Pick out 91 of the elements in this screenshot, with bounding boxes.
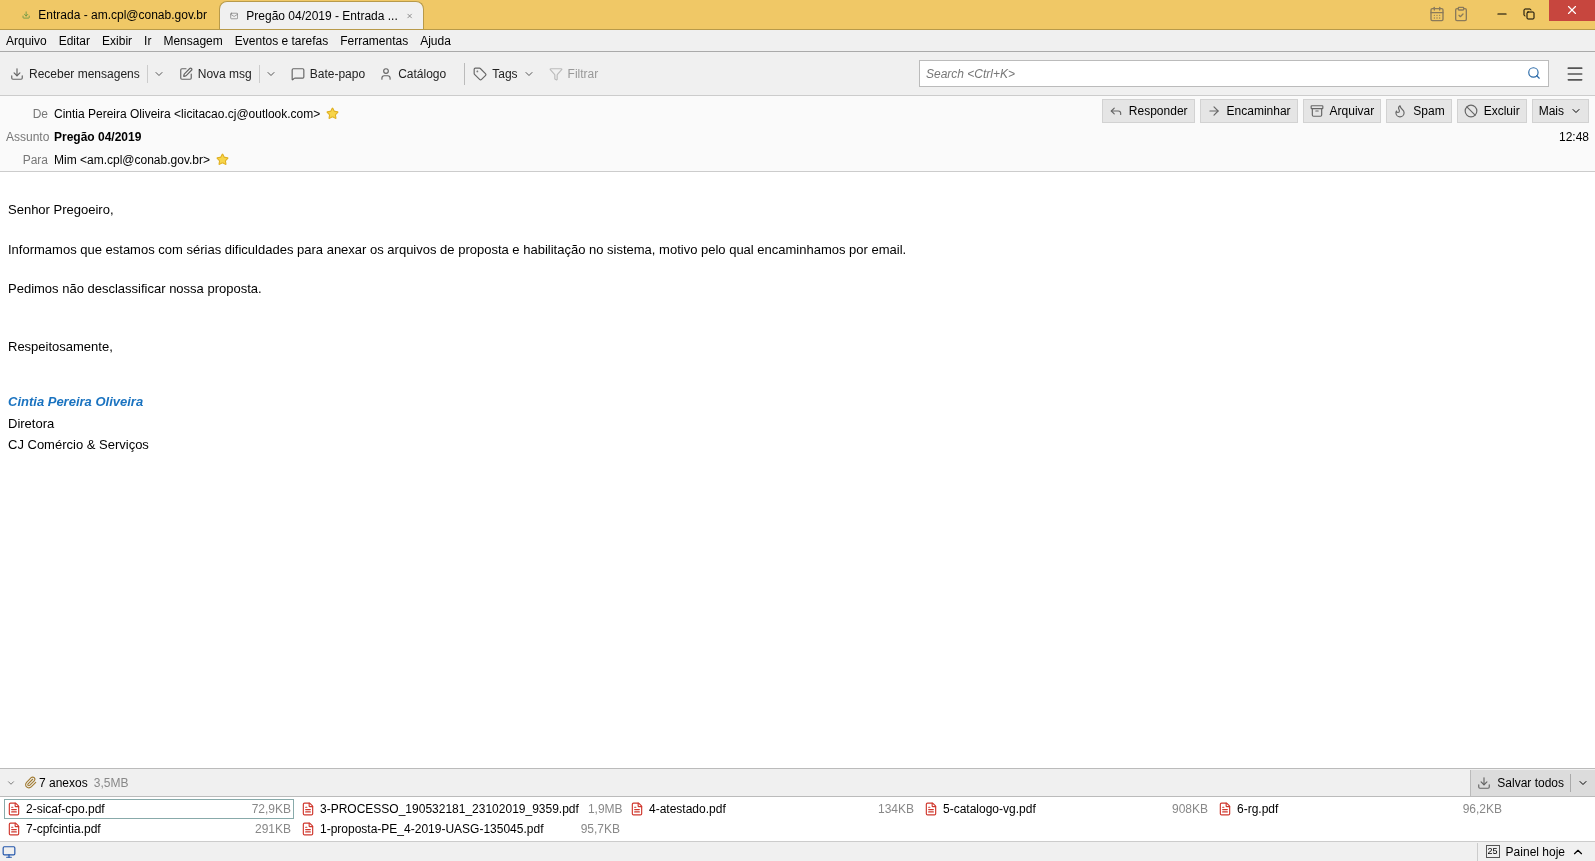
action-button[interactable]: Arquivar — [1302, 99, 1382, 123]
restore-icon[interactable] — [1523, 8, 1535, 20]
attachment-name: 4-atestado.pdf — [649, 801, 726, 818]
body-paragraph: Pedimos não desclassificar nossa proposta. — [8, 280, 263, 298]
calendar-day-icon: 25 — [1485, 845, 1500, 858]
pdf-file-icon — [7, 802, 21, 816]
attachment-size: 3,5MB — [93, 774, 129, 792]
field-value: Mim <am.cpl@conab.gov.br> — [54, 151, 211, 169]
attachment-item[interactable]: 4-atestado.pdf 134KB — [627, 799, 917, 819]
message-time: 12:48 — [1558, 129, 1589, 146]
pdf-file-icon — [7, 822, 21, 836]
menu-item[interactable]: Arquivo — [6, 31, 47, 50]
body-paragraph: Senhor Pregoeiro, — [8, 201, 115, 219]
pdf-file-icon — [630, 802, 644, 816]
attachment-file-size: 908KB — [1170, 801, 1208, 818]
attachment-item[interactable]: 3-PROCESSO_190532181_23102019_9359.pdf 1,9MB — [298, 799, 623, 819]
action-button[interactable]: Spam — [1386, 99, 1452, 123]
attachment-file-size: 1,9MB — [586, 801, 623, 818]
search-icon — [1527, 66, 1541, 80]
field-label: Assunto — [6, 128, 48, 146]
field-value: Pregão 04/2019 — [54, 128, 142, 146]
attachment-file-size: 291KB — [253, 821, 291, 838]
tab[interactable]: Pregão 04/2019 - Entrada ... — [219, 1, 424, 29]
network-icon[interactable] — [2, 844, 16, 859]
close-button[interactable] — [1549, 0, 1595, 21]
menu-item[interactable]: Editar — [58, 31, 91, 50]
attachment-name: 3-PROCESSO_190532181_23102019_9359.pdf — [320, 801, 579, 818]
menu-item[interactable]: Eventos e tarefas — [234, 31, 329, 50]
action-button[interactable]: Responder — [1101, 99, 1195, 123]
attachment-file-size: 96,2KB — [1461, 801, 1502, 818]
signature-text: Cintia Pereira Oliveira — [8, 393, 145, 411]
attachment-item[interactable]: 6-rg.pdf 96,2KB — [1215, 799, 1505, 819]
field-value: Cintia Pereira Oliveira <licitacao.cj@outlook.com> — [54, 105, 321, 123]
download-icon — [10, 66, 24, 81]
contact-icon — [379, 66, 394, 81]
signature-text: CJ Comércio & Serviços — [8, 436, 150, 454]
attachment-name: 2-sicaf-cpo.pdf — [26, 801, 105, 818]
attachment-item[interactable]: 5-catalogo-vg.pdf 908KB — [921, 799, 1211, 819]
toolbar-button[interactable]: Catálogo — [377, 64, 449, 83]
attachment-name: 1-proposta-PE_4-2019-UASG-135045.pdf — [320, 821, 544, 838]
menu-item[interactable]: Exibir — [102, 31, 133, 50]
field-label: Para — [21, 151, 48, 169]
tab[interactable]: Entrada - am.cpl@conab.gov.br — [12, 1, 217, 29]
menu-item[interactable]: Ajuda — [420, 31, 451, 50]
today-pane-button[interactable]: 25 Painel hoje — [1476, 842, 1593, 861]
tag-icon — [473, 66, 488, 81]
paperclip-icon — [24, 776, 37, 789]
attachment-name: 6-rg.pdf — [1237, 801, 1279, 818]
download-icon — [1477, 775, 1492, 790]
filter-icon — [548, 66, 563, 81]
attachment-item[interactable]: 2-sicaf-cpo.pdf 72,9KB — [4, 799, 294, 819]
attachment-count: 7 anexos — [39, 774, 88, 792]
toolbar-button[interactable]: Nova msg — [176, 64, 279, 83]
field-label: De — [31, 105, 48, 123]
attachment-file-size: 95,7KB — [579, 821, 620, 838]
toolbar-button[interactable]: Tags — [471, 64, 537, 83]
pdf-file-icon — [301, 802, 315, 816]
signature-text: Diretora — [8, 414, 56, 433]
attachment-file-size: 134KB — [876, 801, 914, 818]
pdf-file-icon — [1218, 802, 1232, 816]
spam-icon — [1393, 104, 1408, 118]
close-icon — [1565, 3, 1579, 17]
save-all-button[interactable]: Salvar todos — [1470, 769, 1595, 796]
star-icon[interactable] — [216, 153, 230, 166]
menu-item[interactable]: Ir — [144, 31, 152, 50]
attachment-item[interactable]: 1-proposta-PE_4-2019-UASG-135045.pdf 95,7KB — [298, 819, 623, 839]
body-paragraph: Respeitosamente, — [8, 337, 114, 356]
task-icon[interactable] — [1453, 6, 1469, 22]
action-button[interactable]: Mais — [1531, 99, 1589, 123]
attachment-name: 5-catalogo-vg.pdf — [943, 801, 1036, 818]
calendar-icon[interactable] — [1429, 6, 1445, 22]
pdf-file-icon — [924, 802, 938, 816]
forward-icon — [1206, 104, 1221, 118]
pdf-file-icon — [301, 822, 315, 836]
star-icon[interactable] — [326, 107, 340, 120]
menu-item[interactable]: Ferramentas — [340, 31, 409, 50]
action-button[interactable]: Excluir — [1456, 99, 1527, 123]
attachment-item[interactable]: 7-cpfcintia.pdf 291KB — [4, 819, 294, 839]
body-paragraph: Informamos que estamos com sérias dificuldades para anexar os arquivos de proposta e habilitação no sistema, motivo pelo qual encaminhamos por email. — [8, 240, 908, 259]
delete-icon — [1463, 104, 1478, 118]
search-field[interactable]: Search <Ctrl+K> — [919, 60, 1549, 87]
action-button[interactable]: Encaminhar — [1199, 99, 1298, 123]
attachment-file-size: 72,9KB — [250, 801, 291, 818]
menu-item[interactable]: Mensagem — [163, 31, 223, 50]
chat-icon — [290, 66, 305, 81]
toolbar-button[interactable]: Bate-papo — [288, 64, 368, 83]
toolbar-button[interactable]: Receber mensagens — [8, 64, 167, 83]
write-icon — [178, 66, 193, 81]
reply-icon — [1108, 104, 1123, 118]
attachment-name: 7-cpfcintia.pdf — [26, 821, 101, 838]
archive-icon — [1309, 104, 1324, 118]
